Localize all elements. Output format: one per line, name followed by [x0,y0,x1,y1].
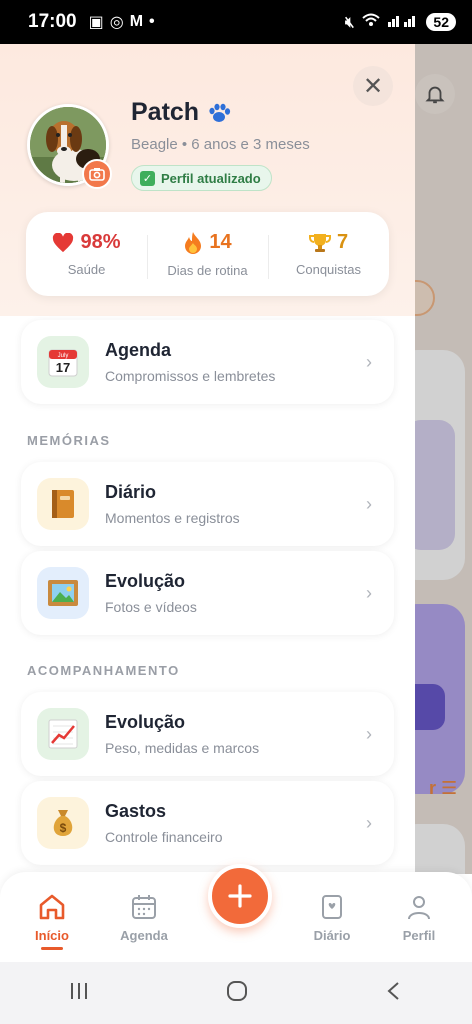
home-button[interactable] [225,979,249,1008]
nav-inicio-label: Início [35,928,69,943]
menu-item-evolucao-fotos[interactable]: Evolução Fotos e vídeos › [21,551,394,635]
paw-icon [209,103,231,122]
recent-apps-button[interactable] [68,980,90,1007]
stat-routine[interactable]: 14 Dias de rotina [147,231,268,279]
pet-name-row: Patch [131,98,231,127]
svg-text:$: $ [60,821,67,835]
nav-perfil[interactable]: Perfil [379,892,459,943]
add-button[interactable] [208,864,272,928]
change-photo-button[interactable] [82,159,112,189]
nav-perfil-label: Perfil [402,928,436,943]
stat-achievements-value: 7 [336,231,349,253]
screenshot-icon: ▣ [88,14,104,31]
gmail-icon: M [129,13,144,30]
svg-text:17: 17 [56,360,70,375]
picture-icon [37,567,89,619]
diary-icon [292,892,372,922]
money-bag-icon: $ [37,797,89,849]
pet-name: Patch [131,98,200,126]
chevron-right-icon: › [366,724,372,744]
stat-routine-value: 14 [209,231,232,253]
menu-item-diario-subtitle: Momentos e registros [105,510,240,526]
menu-item-diario-title: Diário [105,482,157,502]
menu-item-gastos-subtitle: Controle financeiro [105,829,223,845]
menu-item-agenda-title: Agenda [105,340,172,360]
background-screen: r ☰ [415,44,472,874]
stat-health[interactable]: 98% Saúde [26,231,147,277]
status-bar: 17:00 ▣ ◎ M • 🔇︎ 52 [0,0,472,44]
stat-achievements[interactable]: 7 Conquistas [268,231,389,279]
svg-text:July: July [58,353,69,359]
chevron-right-icon: › [366,494,372,514]
calendar-icon: July 17 [37,336,89,388]
section-memorias: MEMÓRIAS [27,433,111,448]
nav-inicio[interactable]: Início [12,892,92,950]
mute-icon: 🔇︎ [344,13,355,31]
stats-card: 98% Saúde 14 Dias de rotina 7 Conquistas [26,212,389,296]
status-badge: ✓ Perfil atualizado [131,165,272,191]
status-time: 17:00 [28,11,77,32]
stat-health-label: Saúde [67,262,106,277]
whatsapp-icon: ◎ [109,14,124,31]
system-navigation-bar [0,962,472,1024]
menu-item-evolucao-peso[interactable]: Evolução Peso, medidas e marcos › [21,692,394,776]
camera-icon [89,168,105,181]
stat-health-value: 98% [80,231,121,253]
pet-breed-age: Beagle • 6 anos e 3 meses [131,136,310,153]
stat-achievements-label: Conquistas [295,262,362,277]
nav-agenda-label: Agenda [120,928,168,943]
chevron-right-icon: › [366,583,372,603]
stat-routine-label: Dias de rotina [167,262,248,278]
status-badge-label: Perfil atualizado [161,170,261,186]
nav-diario-label: Diário [313,928,351,943]
fire-icon [185,231,202,254]
menu-item-agenda[interactable]: July 17 Agenda Compromissos e lembretes … [21,320,394,404]
check-icon: ✓ [140,170,155,186]
chart-increasing-icon [37,708,89,760]
section-acompanhamento: ACOMPANHAMENTO [27,663,180,678]
nav-diario[interactable]: Diário [292,892,372,943]
back-button[interactable] [384,980,404,1007]
menu-item-diario[interactable]: Diário Momentos e registros › [21,462,394,546]
side-drawer: ✕ Patch Beagle • 6 anos e 3 meses ✓ Perf… [0,44,415,874]
active-indicator [41,947,63,950]
plus-icon [228,884,252,908]
notification-icons: ▣ ◎ M • [89,12,155,32]
wifi-icon [362,13,381,31]
close-button[interactable]: ✕ [353,66,393,106]
battery-indicator: 52 [426,13,456,31]
home-icon [12,892,92,922]
nav-agenda[interactable]: Agenda [104,892,184,943]
chevron-right-icon: › [366,813,372,833]
menu-item-evolucao-peso-subtitle: Peso, medidas e marcos [105,740,260,756]
calendar-icon [104,892,184,922]
menu-item-evolucao-fotos-subtitle: Fotos e vídeos [105,599,197,615]
notebook-icon [37,478,89,530]
signal-icon [388,13,418,31]
close-icon: ✕ [362,72,384,100]
menu-item-evolucao-fotos-title: Evolução [105,571,186,591]
heart-icon [53,232,74,252]
menu-item-agenda-subtitle: Compromissos e lembretes [105,368,276,384]
chevron-right-icon: › [366,352,372,372]
menu-item-gastos[interactable]: $ Gastos Controle financeiro › [21,781,394,865]
menu-item-gastos-title: Gastos [105,801,167,821]
trophy-icon [308,233,331,252]
user-icon [379,892,459,922]
dot-icon: • [149,13,155,30]
menu-item-evolucao-peso-title: Evolução [105,712,186,732]
